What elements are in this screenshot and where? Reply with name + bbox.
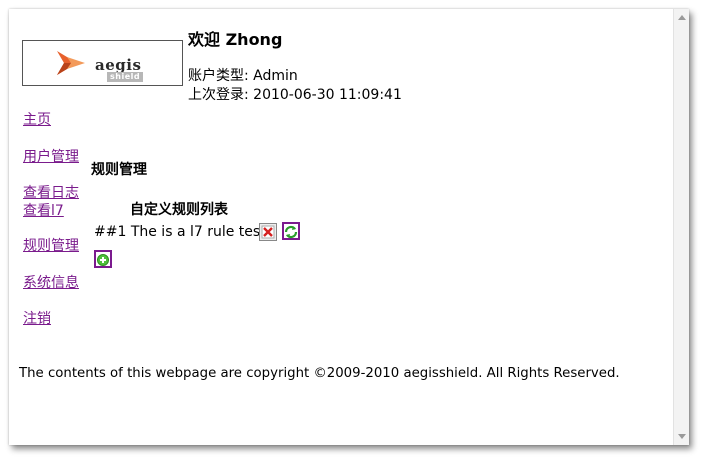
account-info: 账户类型: Admin 上次登录: 2010-06-30 11:09:41: [188, 67, 402, 105]
nav-rule-management[interactable]: 规则管理: [23, 235, 79, 255]
welcome-heading: 欢迎 Zhong: [188, 30, 283, 49]
nav-logout[interactable]: 注销: [23, 308, 51, 328]
last-login: 上次登录: 2010-06-30 11:09:41: [188, 87, 402, 103]
rule-list-title: 自定义规则列表: [130, 202, 228, 218]
add-icon[interactable]: [94, 250, 112, 268]
browser-viewport: aegis shield 欢迎 Zhong 账户类型: Admin 上次登录: …: [9, 9, 689, 445]
nav-view-logs[interactable]: 查看日志: [23, 182, 79, 202]
refresh-icon[interactable]: [282, 222, 300, 240]
nav-system-info[interactable]: 系统信息: [23, 272, 79, 292]
delete-icon[interactable]: [259, 223, 277, 241]
section-title: 规则管理: [91, 162, 147, 178]
nav-home[interactable]: 主页: [23, 109, 51, 129]
nav-user-management[interactable]: 用户管理: [23, 146, 79, 166]
copyright-footer: The contents of this webpage are copyrig…: [19, 366, 620, 381]
logo-subtext: shield: [107, 72, 144, 82]
scroll-up-icon[interactable]: [678, 15, 686, 20]
account-type: 账户类型: Admin: [188, 68, 298, 84]
rule-item: ##1 The is a l7 rule test: [94, 224, 266, 240]
scroll-down-icon[interactable]: [678, 434, 686, 439]
nav-view-l7[interactable]: 查看l7: [23, 200, 64, 220]
vertical-scrollbar[interactable]: [673, 9, 689, 445]
logo-mark-icon: [57, 51, 85, 75]
aegis-shield-logo: aegis shield: [22, 40, 183, 86]
